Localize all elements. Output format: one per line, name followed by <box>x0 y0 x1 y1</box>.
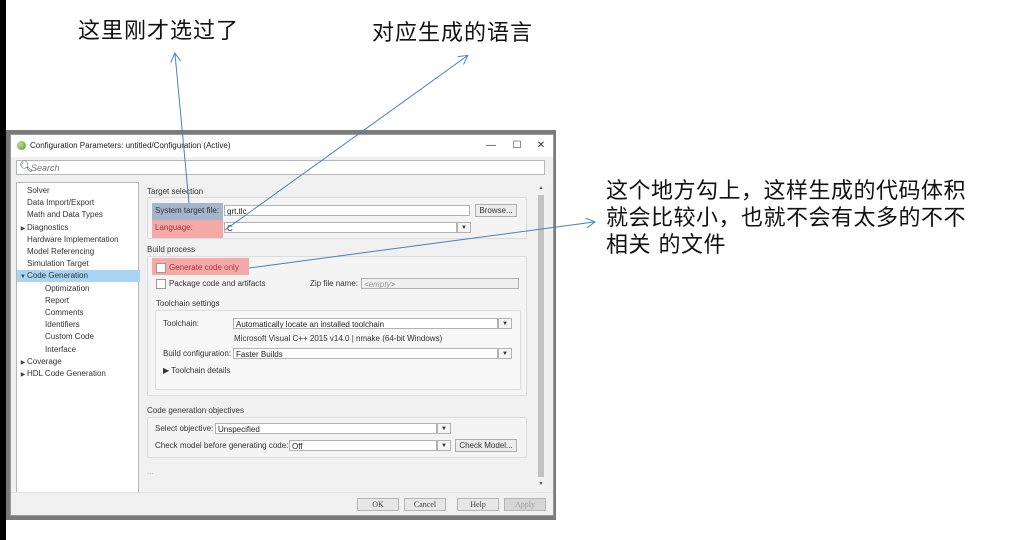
select-objective-select[interactable]: Unspecified <box>215 423 437 434</box>
tree-item-model-referencing[interactable]: Model Referencing <box>17 246 140 258</box>
tree-item-label: Identifiers <box>45 320 80 330</box>
scroll-up-arrow-icon[interactable]: ▲ <box>537 183 545 193</box>
search-input[interactable] <box>31 161 531 174</box>
build-process-title: Build process <box>147 245 196 254</box>
collapsed-arrow-icon[interactable]: ▶ <box>19 369 27 381</box>
tree-item-label: Solver <box>27 186 50 195</box>
help-button[interactable]: Help <box>457 498 499 511</box>
toolchain-details-toggle[interactable]: ▶ Toolchain details <box>163 366 230 375</box>
select-objective-label: Select objective: <box>155 424 214 433</box>
apply-button[interactable]: Apply <box>504 498 546 511</box>
tree-item-label: Math and Data Types <box>27 210 103 220</box>
tree-item-hardware-implementation[interactable]: Hardware Implementation <box>17 234 140 246</box>
tree-item-label: Comments <box>45 308 84 317</box>
check-model-select[interactable]: Off <box>289 440 437 451</box>
build-configuration-label: Build configuration: <box>163 349 232 358</box>
select-objective-dropdown-arrow-icon[interactable]: ▼ <box>437 423 451 434</box>
maximize-button[interactable]: ☐ <box>505 138 529 154</box>
expanded-arrow-icon[interactable]: ▼ <box>19 271 27 283</box>
tree-item-label: Hardware Implementation <box>27 234 119 244</box>
toolchain-label: Toolchain: <box>163 319 200 328</box>
collapsed-arrow-icon[interactable]: ▶ <box>19 223 27 235</box>
tree-item-label: Optimization <box>45 283 90 293</box>
dialog-footer: OK Cancel Help Apply <box>11 492 553 515</box>
tree-item-hdl-code-generation[interactable]: ▶ HDL Code Generation <box>17 368 140 380</box>
ok-button[interactable]: OK <box>357 498 399 511</box>
system-target-file-label: System target file: <box>155 206 220 215</box>
code-generation-pane: Target selection System target file: grt… <box>141 179 533 489</box>
generate-code-only-checkbox[interactable] <box>156 263 166 273</box>
annotation-generate-code-only: 这个地方勾上，这样生成的代码体积就会比较小，也就不会有太多的不不相关 的文件 <box>606 179 967 258</box>
tree-item-code-generation[interactable]: ▼Code Generation <box>17 270 140 283</box>
tree-item-label: HDL Code Generation <box>27 369 106 378</box>
collapsed-arrow-icon[interactable]: ▶ <box>19 357 27 369</box>
tree-item-math-and-data-types[interactable]: Math and Data Types <box>17 209 140 221</box>
tree-item-label: Coverage <box>27 356 62 366</box>
tree-item-label: Code Generation <box>27 271 88 281</box>
toolchain-dropdown-arrow-icon[interactable]: ▼ <box>498 318 512 329</box>
tree-item-label: Interface <box>45 344 77 354</box>
tree-item-optimization[interactable]: Optimization <box>17 283 158 295</box>
tree-item-solver[interactable]: Solver <box>17 185 140 197</box>
zip-file-name-input[interactable]: <empty> <box>361 278 519 289</box>
toolchain-settings-title: Toolchain settings <box>156 299 220 308</box>
title-bar: Configuration Parameters: untitled/Confi… <box>11 135 553 157</box>
system-target-file-input[interactable]: grt.tlc <box>224 205 470 216</box>
tree-item-label: Diagnostics <box>27 222 69 232</box>
category-tree: Solver Data Import/Export Math and Data Ty… <box>16 182 140 504</box>
close-button[interactable]: ✕ <box>529 138 553 154</box>
scroll-thumb[interactable] <box>538 195 544 477</box>
configuration-parameters-dialog: Configuration Parameters: untitled/Confi… <box>10 134 554 516</box>
zip-file-name-label: Zip file name: <box>310 279 359 288</box>
minimize-button[interactable]: — <box>479 138 503 154</box>
package-code-checkbox[interactable] <box>156 279 166 289</box>
vertical-scrollbar[interactable]: ▲ ▼ <box>537 183 545 489</box>
tree-item-label: Model Referencing <box>27 247 95 256</box>
tree-item-report[interactable]: Report <box>17 295 158 307</box>
tree-item-diagnostics[interactable]: ▶ Diagnostics <box>17 222 140 234</box>
language-dropdown-arrow-icon[interactable]: ▼ <box>457 222 471 233</box>
language-select[interactable]: C <box>224 222 457 233</box>
cancel-button[interactable]: Cancel <box>404 498 446 511</box>
tree-item-data-import-export[interactable]: Data Import/Export <box>17 197 140 209</box>
tree-item-interface[interactable]: Interface <box>17 344 158 356</box>
package-code-label: Package code and artifacts <box>169 279 266 288</box>
tree-item-identifiers[interactable]: Identifiers <box>17 319 158 331</box>
tree-item-comments[interactable]: Comments <box>17 307 158 319</box>
tree-item-label: Simulation Target <box>27 259 89 269</box>
browse-button[interactable]: Browse... <box>475 204 517 217</box>
toolchain-select[interactable]: Automatically locate an installed toolch… <box>233 318 498 329</box>
search-box[interactable]: 🔍︎ <box>16 160 545 175</box>
more-ellipsis: ... <box>147 467 154 476</box>
toolchain-info: Microsoft Visual C++ 2015 v14.0 | nmake … <box>234 334 443 343</box>
tree-item-custom-code[interactable]: Custom Code <box>17 331 158 343</box>
tree-item-simulation-target[interactable]: Simulation Target <box>17 258 140 270</box>
objectives-title: Code generation objectives <box>147 406 244 415</box>
annotation-language: 对应生成的语言 <box>372 21 534 46</box>
annotation-selected-earlier: 这里刚才选过了 <box>78 19 240 44</box>
generate-code-only-label: Generate code only <box>169 263 239 272</box>
tree-item-coverage[interactable]: ▶ Coverage <box>17 356 140 368</box>
language-label: Language: <box>155 223 193 232</box>
check-model-dropdown-arrow-icon[interactable]: ▼ <box>437 440 451 451</box>
simulink-app-icon <box>17 141 26 150</box>
tree-item-label: Data Import/Export <box>27 198 95 208</box>
tree-item-label: Custom Code <box>45 332 94 342</box>
window-title: Configuration Parameters: untitled/Confi… <box>30 141 231 150</box>
build-configuration-select[interactable]: Faster Builds <box>233 348 498 359</box>
check-model-label: Check model before generating code: <box>155 441 289 450</box>
build-configuration-dropdown-arrow-icon[interactable]: ▼ <box>498 348 512 359</box>
check-model-button[interactable]: Check Model... <box>455 439 517 452</box>
target-selection-title: Target selection <box>147 187 204 196</box>
tree-item-label: Report <box>45 295 70 305</box>
scroll-down-arrow-icon[interactable]: ▼ <box>537 479 545 489</box>
